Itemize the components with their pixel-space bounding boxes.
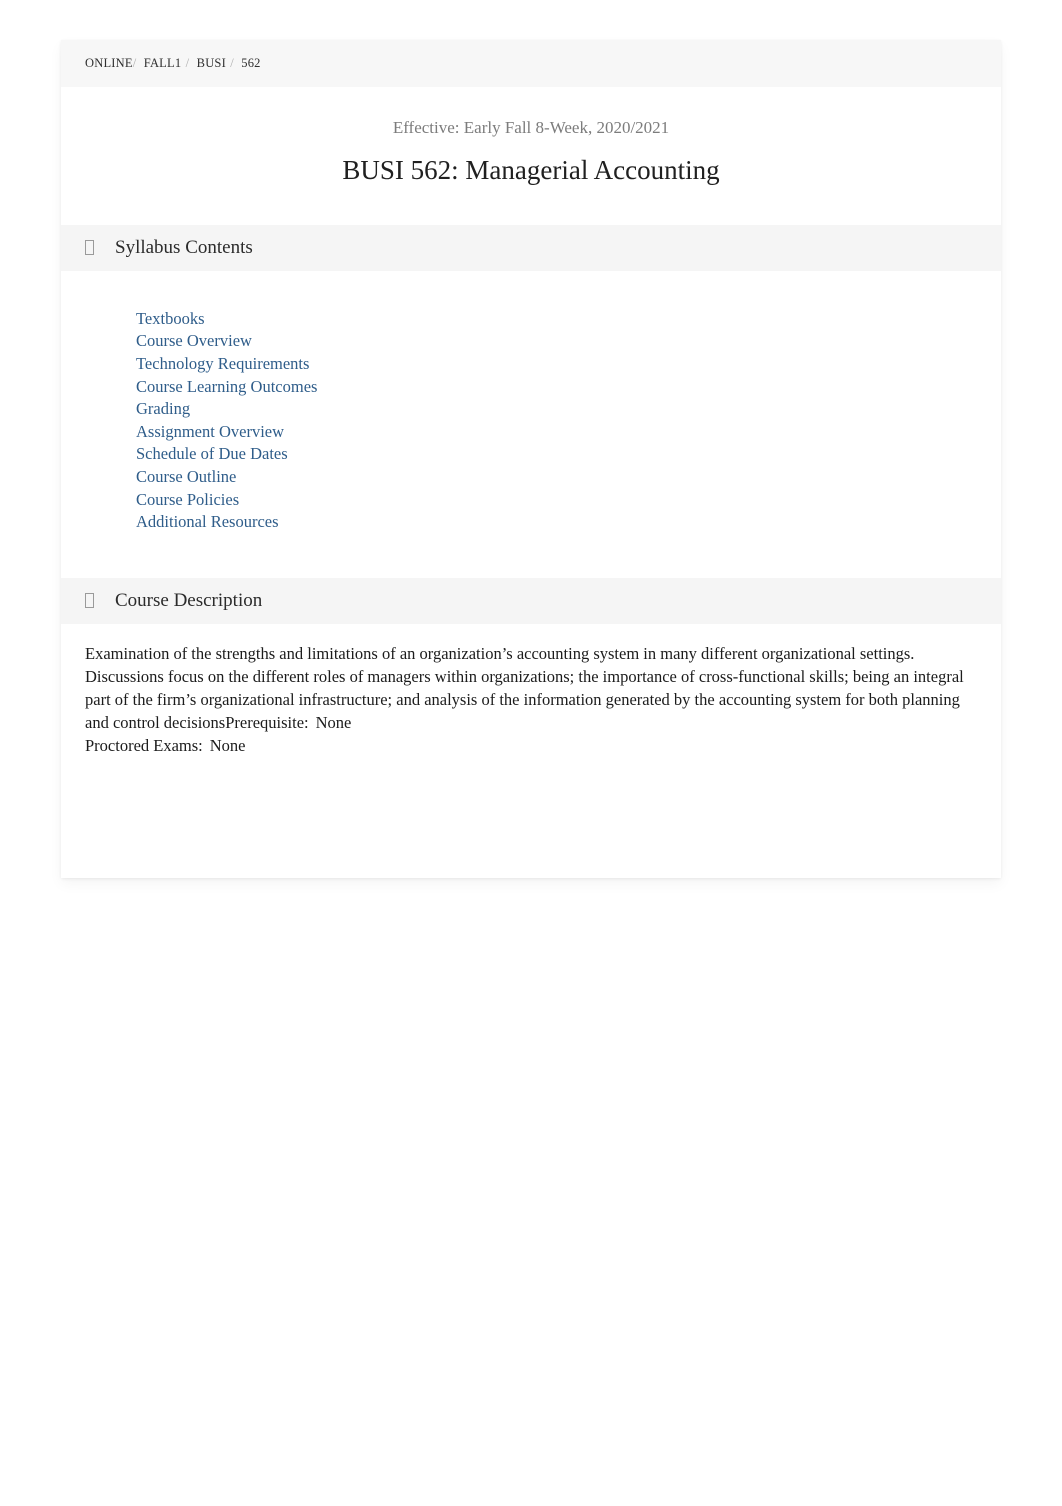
proctored-exams-label: Proctored Exams:: [85, 735, 203, 755]
effective-term: Effective: Early Fall 8-Week, 2020/2021: [392, 118, 670, 137]
list-item[interactable]: Course Outline: [136, 466, 1001, 489]
course-description-body: Examination of the strengths and limitat…: [61, 623, 1001, 878]
list-item[interactable]: Technology Requirements: [136, 353, 1001, 376]
missing-glyph-box-icon: [85, 240, 94, 256]
proctored-exams-value: None: [209, 735, 246, 755]
breadcrumb: ONLINE/ FALL1 / BUSI / 562: [85, 56, 261, 71]
section-header-syllabus-contents[interactable]: Syllabus Contents: [61, 224, 1001, 271]
section-title-course-description: Course Description: [115, 590, 263, 612]
prerequisite-label: Prerequisite:: [225, 712, 309, 732]
syllabus-card: ONLINE/ FALL1 / BUSI / 562 Effective: Ea…: [61, 40, 1001, 878]
missing-glyph-box-icon: [85, 593, 94, 609]
breadcrumb-item-fall1[interactable]: FALL1: [144, 56, 182, 70]
list-item[interactable]: Schedule of Due Dates: [136, 443, 1001, 466]
course-description-paragraph: Examination of the strengths and limitat…: [85, 642, 977, 734]
page-root: ONLINE/ FALL1 / BUSI / 562 Effective: Ea…: [0, 0, 1062, 1506]
breadcrumb-separator: /: [132, 56, 137, 70]
list-item[interactable]: Grading: [136, 398, 1001, 421]
syllabus-contents-body: Textbooks Course Overview Technology Req…: [61, 270, 1001, 578]
proctored-exams-line: Proctored Exams: None: [85, 734, 977, 757]
breadcrumb-bar: ONLINE/ FALL1 / BUSI / 562: [61, 40, 1001, 87]
section-title-syllabus-contents: Syllabus Contents: [115, 237, 253, 259]
list-item[interactable]: Course Overview: [136, 330, 1001, 353]
page-title: BUSI 562: Managerial Accounting: [342, 155, 720, 186]
breadcrumb-item-online[interactable]: ONLINE: [85, 56, 133, 70]
list-item[interactable]: Textbooks: [136, 308, 1001, 331]
breadcrumb-separator: /: [230, 56, 234, 70]
course-description-text: Examination of the strengths and limitat…: [85, 643, 964, 732]
list-item[interactable]: Additional Resources: [136, 511, 1001, 534]
list-item[interactable]: Course Learning Outcomes: [136, 376, 1001, 399]
toc-list: Textbooks Course Overview Technology Req…: [61, 308, 1001, 534]
breadcrumb-item-562[interactable]: 562: [241, 56, 260, 70]
prerequisite-value: None: [315, 712, 352, 732]
breadcrumb-item-busi[interactable]: BUSI: [197, 56, 226, 70]
list-item[interactable]: Assignment Overview: [136, 421, 1001, 444]
section-header-course-description[interactable]: Course Description: [61, 577, 1001, 624]
breadcrumb-separator: /: [185, 56, 190, 70]
title-block: Effective: Early Fall 8-Week, 2020/2021 …: [61, 87, 1001, 225]
list-item[interactable]: Course Policies: [136, 489, 1001, 512]
